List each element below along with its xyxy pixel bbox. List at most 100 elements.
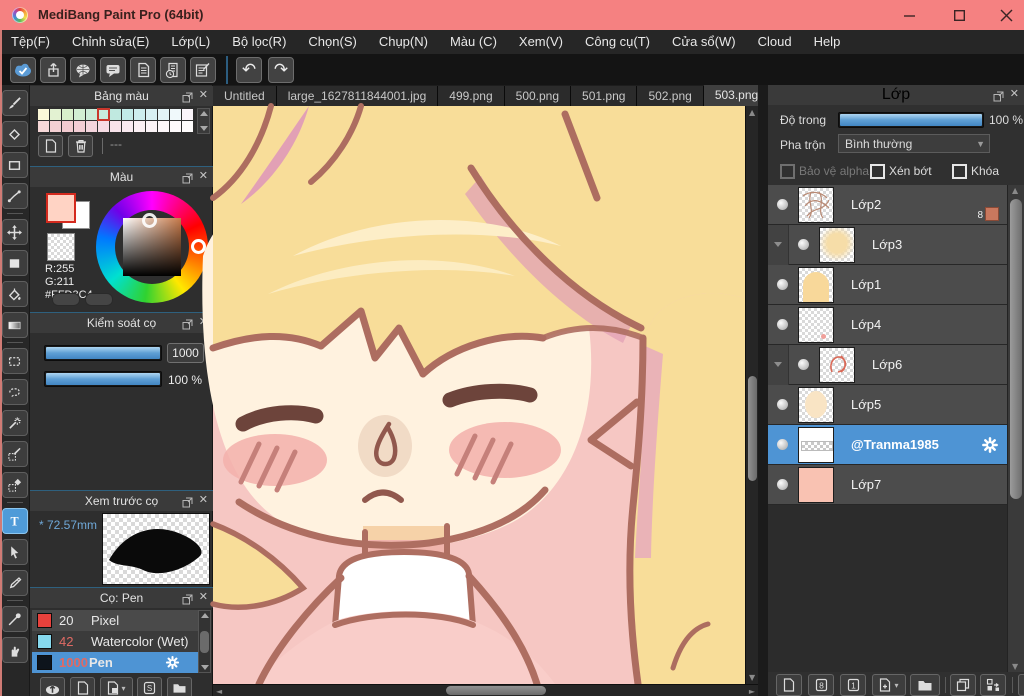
palette-swatch[interactable]	[134, 121, 145, 132]
popout-icon[interactable]	[182, 90, 193, 108]
scrollbar-thumb[interactable]	[748, 376, 757, 481]
compose-button[interactable]	[190, 57, 216, 83]
brush-size-value[interactable]: 1000	[167, 343, 204, 363]
new-8bit-layer-button[interactable]: 8	[808, 674, 834, 696]
tool-soft-eraser[interactable]	[1, 570, 28, 596]
brush-settings-gear-icon[interactable]	[165, 655, 180, 675]
layer-row-lop3[interactable]: Lớp3	[768, 224, 1007, 265]
palette-swatch[interactable]	[110, 109, 121, 120]
hue-wheel[interactable]	[96, 191, 208, 303]
layer-visibility-icon[interactable]	[798, 239, 809, 250]
layer-visibility-icon[interactable]	[777, 279, 788, 290]
layer-visibility-icon[interactable]	[777, 439, 788, 450]
layer-row-lop4[interactable]: Lớp4	[768, 305, 1007, 345]
redo-button[interactable]: ↷	[268, 57, 294, 83]
transparent-color-swatch[interactable]	[47, 233, 75, 261]
delete-palette-color-button[interactable]	[68, 135, 93, 157]
scroll-down-icon[interactable]: ▼	[749, 673, 755, 682]
blend-mode-select[interactable]: Bình thường ▼	[838, 134, 990, 153]
tool-select-pen[interactable]	[1, 441, 28, 467]
tool-hand[interactable]	[1, 637, 28, 663]
tool-operation[interactable]	[1, 539, 28, 565]
close-icon[interactable]: ✕	[1010, 87, 1019, 100]
palette-swatch[interactable]	[86, 109, 97, 120]
layer-opacity-slider[interactable]	[838, 112, 984, 128]
layer-visibility-icon[interactable]	[777, 319, 788, 330]
tool-text[interactable]: T	[1, 508, 28, 534]
close-icon[interactable]: ✕	[199, 169, 208, 182]
share-button[interactable]	[40, 57, 66, 83]
tab-501[interactable]: 501.png	[571, 86, 638, 106]
menu-help[interactable]: Help	[803, 30, 852, 54]
undo-button[interactable]: ↶	[236, 57, 262, 83]
delete-layer-button[interactable]	[1018, 674, 1024, 696]
comment-globe-button[interactable]	[70, 57, 96, 83]
layer-visibility-icon[interactable]	[798, 359, 809, 370]
layer-row-lop2[interactable]: Lớp2 8	[768, 185, 1007, 225]
layer-row-lop1[interactable]: Lớp1	[768, 265, 1007, 305]
maximize-button[interactable]	[936, 0, 982, 30]
scrollbar-thumb[interactable]	[446, 686, 546, 695]
palette-swatch[interactable]	[62, 109, 73, 120]
tool-marquee[interactable]	[1, 348, 28, 374]
layer-folder-button[interactable]	[910, 674, 940, 696]
layer-visibility-icon[interactable]	[777, 479, 788, 490]
palette-swatch[interactable]	[158, 109, 169, 120]
layer-visibility-icon[interactable]	[777, 199, 788, 210]
layer-visibility-icon[interactable]	[777, 399, 788, 410]
menu-color[interactable]: Màu (C)	[439, 30, 508, 54]
tool-brush[interactable]	[1, 90, 28, 116]
menu-cloud[interactable]: Cloud	[747, 30, 803, 54]
tool-dot-pen[interactable]	[1, 183, 28, 209]
menu-tools[interactable]: Công cụ(T)	[574, 30, 661, 54]
menu-view[interactable]: Xem(V)	[508, 30, 574, 54]
brush-item-pen-selected[interactable]: 1000 Pen	[32, 652, 198, 673]
close-icon[interactable]: ✕	[199, 493, 208, 506]
tool-magic-wand[interactable]	[1, 410, 28, 436]
brush-item-pixel[interactable]: 20 Pixel	[32, 610, 198, 631]
history-button[interactable]	[160, 57, 186, 83]
close-icon[interactable]: ✕	[199, 590, 208, 603]
color-mode-button-2[interactable]	[85, 293, 113, 306]
tab-untitled[interactable]: Untitled	[213, 86, 277, 106]
scrollbar-thumb[interactable]	[1010, 199, 1022, 499]
menu-file[interactable]: Tệp(F)	[0, 30, 61, 54]
palette-swatch[interactable]	[50, 109, 61, 120]
popout-icon[interactable]	[993, 89, 1004, 107]
canvas-vertical-scrollbar[interactable]: ▲ ▼	[745, 106, 758, 684]
clipping-checkbox[interactable]	[870, 164, 885, 179]
comment-button[interactable]	[100, 57, 126, 83]
brush-new-menu-button[interactable]: ▾	[100, 677, 133, 696]
popout-icon[interactable]	[182, 317, 193, 335]
tool-eraser[interactable]	[1, 121, 28, 147]
sv-indicator[interactable]	[142, 213, 157, 228]
menu-window[interactable]: Cửa sổ(W)	[661, 30, 747, 54]
tool-gradient[interactable]	[1, 312, 28, 338]
tab-499[interactable]: 499.png	[438, 86, 505, 106]
palette-swatch[interactable]	[134, 109, 145, 120]
scroll-down-icon[interactable]: ▼	[1012, 662, 1018, 671]
color-mode-button-1[interactable]	[52, 293, 80, 306]
popout-icon[interactable]	[182, 171, 193, 189]
palette-swatch[interactable]	[86, 121, 97, 132]
new-palette-color-button[interactable]	[38, 135, 63, 157]
palette-swatch[interactable]	[122, 121, 133, 132]
tool-select-eraser[interactable]	[1, 472, 28, 498]
add-layer-menu-button[interactable]: ▾	[872, 674, 906, 696]
palette-swatch[interactable]	[110, 121, 121, 132]
brush-folder-button[interactable]	[167, 677, 192, 696]
tab-large-jpg[interactable]: large_1627811844001.jpg	[276, 86, 439, 106]
protect-alpha-checkbox[interactable]	[780, 164, 795, 179]
palette-swatch[interactable]	[38, 121, 49, 132]
layer-list-scrollbar[interactable]: ▲ ▼	[1007, 185, 1024, 672]
duplicate-layer-button[interactable]	[950, 674, 976, 696]
palette-swatch[interactable]	[182, 121, 193, 132]
merge-layer-button[interactable]	[980, 674, 1006, 696]
scroll-up-icon[interactable]: ▲	[749, 108, 755, 117]
tool-lasso[interactable]	[1, 379, 28, 405]
brush-script-button[interactable]: S	[137, 677, 162, 696]
tab-502[interactable]: 502.png	[637, 86, 704, 106]
layer-row-lop7[interactable]: Lớp7	[768, 465, 1007, 505]
canvas-horizontal-scrollbar[interactable]: ◄ ►	[213, 684, 758, 696]
palette-swatch[interactable]	[146, 121, 157, 132]
